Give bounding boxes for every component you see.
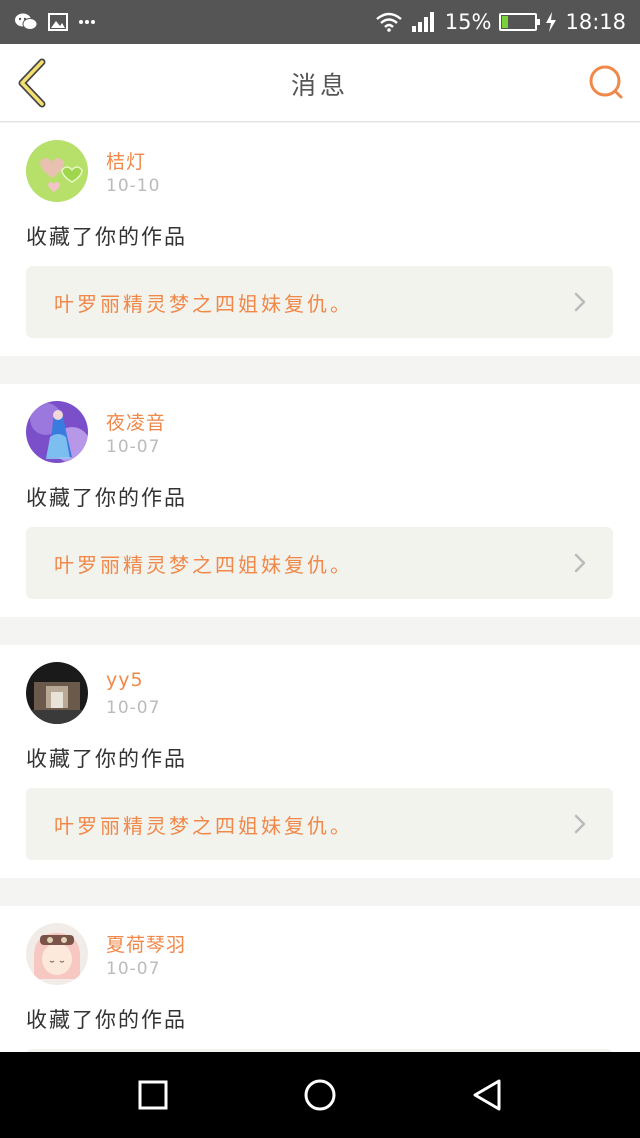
message-date: 10-10: [106, 176, 161, 196]
chevron-right-icon: [574, 814, 586, 834]
work-title: 叶罗丽精灵梦之四姐妹复仇。: [54, 813, 353, 838]
username[interactable]: 夏荷琴羽: [106, 930, 186, 957]
work-title: 叶罗丽精灵梦之四姐妹复仇。: [54, 291, 353, 316]
image-icon: [48, 13, 68, 31]
search-button[interactable]: [586, 62, 626, 102]
avatar[interactable]: [26, 923, 88, 985]
chevron-right-icon: [574, 292, 586, 312]
wechat-icon: [14, 12, 38, 32]
work-title: 叶罗丽精灵梦之四姐妹复仇。: [54, 552, 353, 577]
list-item: 桔灯 10-10 收藏了你的作品 叶罗丽精灵梦之四姐妹复仇。: [0, 123, 640, 356]
battery-fill: [502, 16, 508, 28]
signal-icon: [411, 11, 437, 33]
chevron-right-icon: [574, 553, 586, 573]
list-item: 夜凌音 10-07 收藏了你的作品 叶罗丽精灵梦之四姐妹复仇。: [0, 384, 640, 617]
work-link[interactable]: 叶罗丽精灵梦之四姐妹复仇。: [26, 788, 613, 860]
username[interactable]: 夜凌音: [106, 408, 166, 435]
list-item: 夏荷琴羽 10-07 收藏了你的作品: [0, 906, 640, 1052]
avatar[interactable]: [26, 401, 88, 463]
home-icon: [304, 1079, 336, 1111]
work-link[interactable]: 叶罗丽精灵梦之四姐妹复仇。: [26, 266, 613, 338]
system-nav-bar: [0, 1052, 640, 1138]
recent-apps-button[interactable]: [123, 1065, 183, 1125]
recent-apps-icon: [138, 1080, 168, 1110]
home-button[interactable]: [290, 1065, 350, 1125]
message-date: 10-07: [106, 959, 161, 979]
avatar[interactable]: [26, 662, 88, 724]
work-link[interactable]: 叶罗丽精灵梦之四姐妹复仇。: [26, 527, 613, 599]
message-date: 10-07: [106, 437, 161, 457]
back-triangle-icon: [473, 1079, 501, 1111]
wifi-icon: [375, 12, 403, 32]
charging-icon: [545, 12, 557, 32]
back-nav-button[interactable]: [457, 1065, 517, 1125]
top-header: 消息: [0, 44, 640, 122]
action-text: 收藏了你的作品: [26, 747, 187, 771]
username[interactable]: 桔灯: [106, 147, 146, 174]
battery-icon: [499, 13, 541, 31]
avatar[interactable]: [26, 140, 88, 202]
list-item: yy5 10-07 收藏了你的作品 叶罗丽精灵梦之四姐妹复仇。: [0, 645, 640, 878]
username[interactable]: yy5: [106, 669, 144, 691]
clock: 18:18: [565, 10, 626, 34]
search-icon: [589, 65, 623, 99]
action-text: 收藏了你的作品: [26, 1008, 187, 1032]
action-text: 收藏了你的作品: [26, 225, 187, 249]
more-dots-icon: [78, 19, 96, 25]
status-bar: 15% 18:18: [0, 0, 640, 44]
page-title: 消息: [290, 71, 349, 100]
action-text: 收藏了你的作品: [26, 486, 187, 510]
battery-percent: 15%: [444, 10, 492, 34]
message-list[interactable]: 桔灯 10-10 收藏了你的作品 叶罗丽精灵梦之四姐妹复仇。 夜凌音 10-07…: [0, 123, 640, 1052]
message-date: 10-07: [106, 698, 161, 718]
